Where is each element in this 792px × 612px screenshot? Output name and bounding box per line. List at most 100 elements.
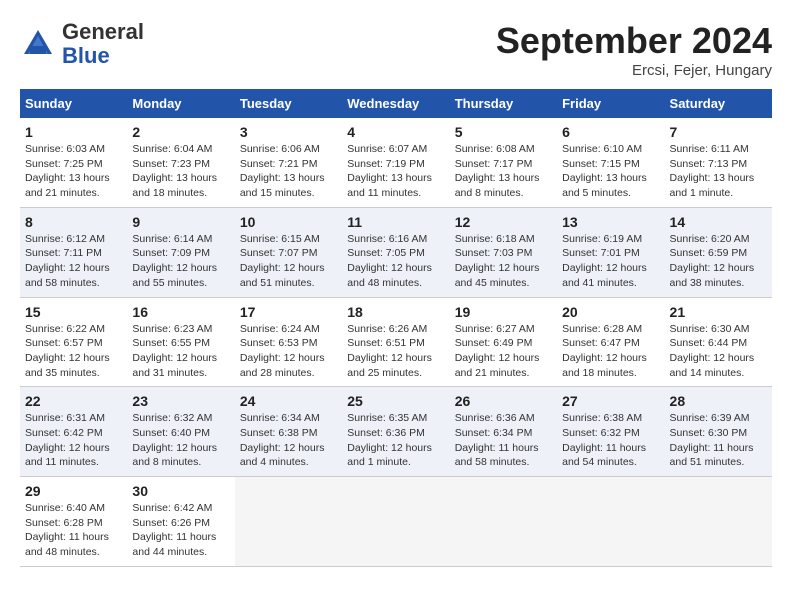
day-number: 22 <box>25 393 122 409</box>
day-number: 16 <box>132 304 229 320</box>
day-number: 19 <box>455 304 552 320</box>
day-number: 4 <box>347 124 444 140</box>
day-info: Sunrise: 6:28 AM Sunset: 6:47 PM Dayligh… <box>562 322 659 381</box>
calendar-cell: 14 Sunrise: 6:20 AM Sunset: 6:59 PM Dayli… <box>665 207 772 297</box>
day-number: 5 <box>455 124 552 140</box>
day-number: 12 <box>455 214 552 230</box>
day-info: Sunrise: 6:20 AM Sunset: 6:59 PM Dayligh… <box>670 232 767 291</box>
calendar-row-1: 1 Sunrise: 6:03 AM Sunset: 7:25 PM Daylig… <box>20 118 772 207</box>
calendar-row-3: 15 Sunrise: 6:22 AM Sunset: 6:57 PM Dayli… <box>20 297 772 387</box>
day-info: Sunrise: 6:27 AM Sunset: 6:49 PM Dayligh… <box>455 322 552 381</box>
calendar-cell: 25 Sunrise: 6:35 AM Sunset: 6:36 PM Dayli… <box>342 387 449 477</box>
day-number: 17 <box>240 304 337 320</box>
day-info: Sunrise: 6:03 AM Sunset: 7:25 PM Dayligh… <box>25 142 122 201</box>
col-header-monday: Monday <box>127 89 234 118</box>
title-block: September 2024 Ercsi, Fejer, Hungary <box>496 20 772 79</box>
calendar-row-2: 8Sunrise: 6:12 AM Sunset: 7:11 PM Daylig… <box>20 207 772 297</box>
day-number: 29 <box>25 483 122 499</box>
calendar-cell: 8Sunrise: 6:12 AM Sunset: 7:11 PM Daylig… <box>20 207 127 297</box>
calendar-cell: 9Sunrise: 6:14 AM Sunset: 7:09 PM Daylig… <box>127 207 234 297</box>
calendar-cell: 23Sunrise: 6:32 AM Sunset: 6:40 PM Dayli… <box>127 387 234 477</box>
day-info: Sunrise: 6:11 AM Sunset: 7:13 PM Dayligh… <box>670 142 767 201</box>
col-header-friday: Friday <box>557 89 664 118</box>
logo-general: General <box>62 19 144 44</box>
day-info: Sunrise: 6:14 AM Sunset: 7:09 PM Dayligh… <box>132 232 229 291</box>
calendar-cell: 28 Sunrise: 6:39 AM Sunset: 6:30 PM Dayli… <box>665 387 772 477</box>
day-number: 7 <box>670 124 767 140</box>
day-info: Sunrise: 6:39 AM Sunset: 6:30 PM Dayligh… <box>670 411 767 470</box>
calendar-body: 1 Sunrise: 6:03 AM Sunset: 7:25 PM Daylig… <box>20 118 772 566</box>
day-number: 27 <box>562 393 659 409</box>
day-number: 2 <box>132 124 229 140</box>
day-number: 24 <box>240 393 337 409</box>
day-number: 14 <box>670 214 767 230</box>
month-title: September 2024 <box>496 20 772 62</box>
day-info: Sunrise: 6:04 AM Sunset: 7:23 PM Dayligh… <box>132 142 229 201</box>
day-number: 30 <box>132 483 229 499</box>
day-info: Sunrise: 6:23 AM Sunset: 6:55 PM Dayligh… <box>132 322 229 381</box>
day-info: Sunrise: 6:15 AM Sunset: 7:07 PM Dayligh… <box>240 232 337 291</box>
day-info: Sunrise: 6:06 AM Sunset: 7:21 PM Dayligh… <box>240 142 337 201</box>
calendar-cell: 13Sunrise: 6:19 AM Sunset: 7:01 PM Dayli… <box>557 207 664 297</box>
calendar-cell <box>342 477 449 567</box>
day-info: Sunrise: 6:07 AM Sunset: 7:19 PM Dayligh… <box>347 142 444 201</box>
col-header-thursday: Thursday <box>450 89 557 118</box>
col-header-sunday: Sunday <box>20 89 127 118</box>
col-header-wednesday: Wednesday <box>342 89 449 118</box>
calendar-cell: 12 Sunrise: 6:18 AM Sunset: 7:03 PM Dayli… <box>450 207 557 297</box>
calendar-cell: 18 Sunrise: 6:26 AM Sunset: 6:51 PM Dayli… <box>342 297 449 387</box>
day-number: 13 <box>562 214 659 230</box>
day-info: Sunrise: 6:32 AM Sunset: 6:40 PM Dayligh… <box>132 411 229 470</box>
calendar-cell: 11Sunrise: 6:16 AM Sunset: 7:05 PM Dayli… <box>342 207 449 297</box>
calendar-cell: 24 Sunrise: 6:34 AM Sunset: 6:38 PM Dayli… <box>235 387 342 477</box>
calendar-cell: 29 Sunrise: 6:40 AM Sunset: 6:28 PM Dayli… <box>20 477 127 567</box>
day-info: Sunrise: 6:18 AM Sunset: 7:03 PM Dayligh… <box>455 232 552 291</box>
header-row: SundayMondayTuesdayWednesdayThursdayFrid… <box>20 89 772 118</box>
calendar-cell: 19 Sunrise: 6:27 AM Sunset: 6:49 PM Dayli… <box>450 297 557 387</box>
calendar-cell: 17 Sunrise: 6:24 AM Sunset: 6:53 PM Dayli… <box>235 297 342 387</box>
calendar-cell: 10 Sunrise: 6:15 AM Sunset: 7:07 PM Dayli… <box>235 207 342 297</box>
day-info: Sunrise: 6:08 AM Sunset: 7:17 PM Dayligh… <box>455 142 552 201</box>
day-info: Sunrise: 6:22 AM Sunset: 6:57 PM Dayligh… <box>25 322 122 381</box>
calendar-cell: 15 Sunrise: 6:22 AM Sunset: 6:57 PM Dayli… <box>20 297 127 387</box>
day-number: 20 <box>562 304 659 320</box>
logo-text: General Blue <box>62 20 144 68</box>
logo: General Blue <box>20 20 144 68</box>
day-info: Sunrise: 6:24 AM Sunset: 6:53 PM Dayligh… <box>240 322 337 381</box>
day-info: Sunrise: 6:40 AM Sunset: 6:28 PM Dayligh… <box>25 501 122 560</box>
day-info: Sunrise: 6:42 AM Sunset: 6:26 PM Dayligh… <box>132 501 229 560</box>
day-info: Sunrise: 6:36 AM Sunset: 6:34 PM Dayligh… <box>455 411 552 470</box>
calendar-cell: 26 Sunrise: 6:36 AM Sunset: 6:34 PM Dayli… <box>450 387 557 477</box>
day-info: Sunrise: 6:35 AM Sunset: 6:36 PM Dayligh… <box>347 411 444 470</box>
calendar-cell <box>235 477 342 567</box>
location: Ercsi, Fejer, Hungary <box>496 62 772 79</box>
col-header-tuesday: Tuesday <box>235 89 342 118</box>
day-number: 15 <box>25 304 122 320</box>
day-info: Sunrise: 6:38 AM Sunset: 6:32 PM Dayligh… <box>562 411 659 470</box>
calendar-cell <box>557 477 664 567</box>
day-number: 8 <box>25 214 122 230</box>
day-info: Sunrise: 6:26 AM Sunset: 6:51 PM Dayligh… <box>347 322 444 381</box>
calendar-cell: 2 Sunrise: 6:04 AM Sunset: 7:23 PM Daylig… <box>127 118 234 207</box>
calendar-cell: 4 Sunrise: 6:07 AM Sunset: 7:19 PM Daylig… <box>342 118 449 207</box>
day-number: 25 <box>347 393 444 409</box>
calendar-cell: 21 Sunrise: 6:30 AM Sunset: 6:44 PM Dayli… <box>665 297 772 387</box>
day-number: 26 <box>455 393 552 409</box>
calendar-cell: 20 Sunrise: 6:28 AM Sunset: 6:47 PM Dayli… <box>557 297 664 387</box>
col-header-saturday: Saturday <box>665 89 772 118</box>
calendar-row-4: 22Sunrise: 6:31 AM Sunset: 6:42 PM Dayli… <box>20 387 772 477</box>
page-header: General Blue September 2024 Ercsi, Fejer… <box>20 20 772 79</box>
calendar-cell <box>665 477 772 567</box>
day-number: 28 <box>670 393 767 409</box>
calendar-cell: 16 Sunrise: 6:23 AM Sunset: 6:55 PM Dayli… <box>127 297 234 387</box>
day-number: 10 <box>240 214 337 230</box>
day-number: 21 <box>670 304 767 320</box>
day-number: 18 <box>347 304 444 320</box>
day-number: 1 <box>25 124 122 140</box>
calendar-header: SundayMondayTuesdayWednesdayThursdayFrid… <box>20 89 772 118</box>
calendar-cell: 30 Sunrise: 6:42 AM Sunset: 6:26 PM Dayli… <box>127 477 234 567</box>
day-info: Sunrise: 6:34 AM Sunset: 6:38 PM Dayligh… <box>240 411 337 470</box>
day-info: Sunrise: 6:30 AM Sunset: 6:44 PM Dayligh… <box>670 322 767 381</box>
day-info: Sunrise: 6:16 AM Sunset: 7:05 PM Dayligh… <box>347 232 444 291</box>
day-number: 6 <box>562 124 659 140</box>
